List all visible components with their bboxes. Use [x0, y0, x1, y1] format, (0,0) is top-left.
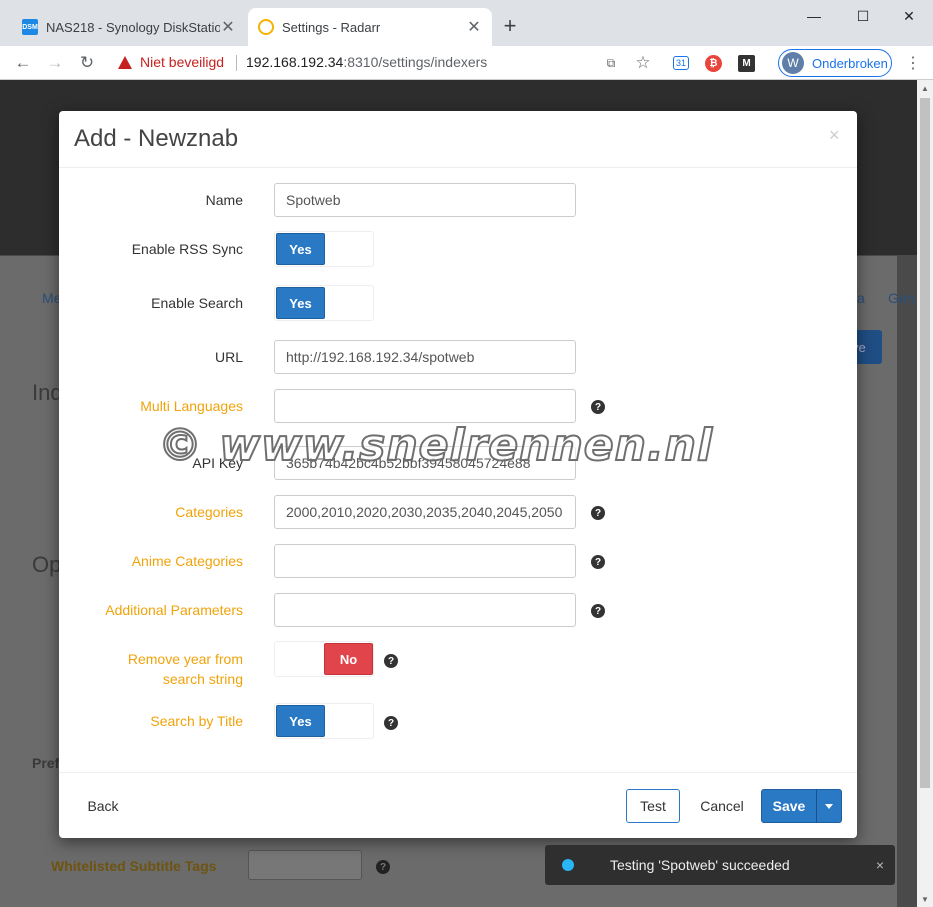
page-scrollbar[interactable]: ▲ ▼ — [917, 80, 933, 907]
enable-rss-label: Enable RSS Sync — [131, 241, 243, 257]
watermark: © www.snelrennen.nl — [157, 419, 714, 472]
save-options-button[interactable] — [816, 789, 842, 823]
info-dot-icon — [562, 859, 574, 871]
tab-diskstation[interactable]: DSM NAS218 - Synology DiskStation ✕ — [12, 8, 246, 46]
back-arrow-icon[interactable]: ← — [11, 51, 35, 75]
enable-search-label: Enable Search — [151, 295, 243, 311]
url-path: :8310/settings/indexers — [343, 54, 488, 70]
tab-radarr-settings[interactable]: Settings - Radarr ✕ — [248, 8, 492, 46]
scrollbar-thumb[interactable] — [920, 98, 930, 788]
modal-header-divider — [59, 167, 857, 168]
translate-icon[interactable]: ⧉ — [601, 53, 621, 73]
tab-title: Settings - Radarr — [282, 19, 381, 35]
multi-languages-input[interactable] — [274, 389, 576, 423]
back-button[interactable]: Back — [77, 789, 129, 823]
enable-search-toggle[interactable]: Yes — [274, 285, 374, 321]
modal-close-icon[interactable]: × — [829, 125, 840, 146]
categories-input[interactable]: 2000,2010,2020,2030,2035,2040,2045,2050 — [274, 495, 576, 529]
remove-year-label-line2: search string — [162, 671, 243, 687]
bg-heading-indexers: Ind — [32, 380, 63, 405]
avatar: W — [782, 52, 804, 74]
categories-label: Categories — [175, 504, 243, 520]
security-warning-text: Niet beveiligd — [140, 54, 225, 70]
save-button[interactable]: Save — [761, 789, 817, 823]
extension-calendar-icon[interactable]: 31 — [673, 56, 689, 70]
scroll-up-arrow-icon[interactable]: ▲ — [917, 80, 933, 96]
bg-label-preferred: Pref — [32, 755, 60, 771]
radarr-favicon-icon — [258, 19, 274, 35]
anime-categories-label: Anime Categories — [131, 553, 243, 569]
multi-languages-label: Multi Languages — [140, 398, 243, 414]
toast-notification: Testing 'Spotweb' succeeded × — [545, 845, 895, 885]
browser-tab-bar: DSM NAS218 - Synology DiskStation ✕ Sett… — [0, 0, 933, 46]
reload-icon[interactable]: ↻ — [75, 51, 99, 75]
maximize-icon[interactable]: ☐ — [840, 4, 886, 28]
name-input[interactable]: Spotweb — [274, 183, 576, 217]
minimize-icon[interactable]: — — [791, 4, 837, 28]
enable-rss-toggle[interactable]: Yes — [274, 231, 374, 267]
toggle-yes: Yes — [276, 287, 325, 319]
extension-adblock-icon[interactable]: ₿ — [705, 55, 722, 72]
new-tab-plus-icon[interactable]: + — [498, 14, 522, 38]
bg-tab-general: Gen — [888, 290, 915, 306]
modal-footer-divider — [59, 772, 857, 773]
help-icon[interactable]: ? — [591, 604, 605, 618]
address-divider — [236, 55, 237, 71]
bg-whitelisted-label: Whitelisted Subtitle Tags — [51, 858, 217, 874]
address-bar: ← → ↻ Niet beveiligd 192.168.192.34:8310… — [0, 46, 933, 80]
window-close-icon[interactable]: ✕ — [886, 4, 932, 28]
chevron-down-icon — [825, 803, 833, 809]
additional-parameters-label: Additional Parameters — [105, 602, 243, 618]
additional-parameters-input[interactable] — [274, 593, 576, 627]
search-by-title-toggle[interactable]: Yes — [274, 703, 374, 739]
url-label: URL — [214, 349, 243, 365]
browser-menu-icon[interactable]: ⋮ — [905, 53, 921, 73]
extension-m-icon[interactable]: M — [738, 55, 755, 72]
tab-close-icon[interactable]: ✕ — [466, 17, 482, 37]
bg-heading-options: Op — [32, 552, 62, 577]
add-indexer-modal: Add - Newznab × Name Spotweb Enable RSS … — [59, 111, 857, 838]
url-host: 192.168.192.34 — [246, 54, 344, 70]
bg-tab-a: a — [857, 290, 865, 306]
tab-close-icon[interactable]: ✕ — [220, 17, 236, 37]
bookmark-star-icon[interactable]: ☆ — [633, 53, 653, 73]
help-icon[interactable]: ? — [591, 506, 605, 520]
anime-categories-input[interactable] — [274, 544, 576, 578]
bg-whitelisted-input — [248, 850, 362, 880]
toast-message: Testing 'Spotweb' succeeded — [610, 857, 790, 873]
bg-help-icon: ? — [376, 860, 390, 874]
security-warning[interactable]: Niet beveiligd — [118, 54, 224, 70]
url-input[interactable]: http://192.168.192.34/spotweb — [274, 340, 576, 374]
test-button[interactable]: Test — [626, 789, 680, 823]
toggle-yes: Yes — [276, 705, 325, 737]
modal-title: Add - Newznab — [74, 125, 239, 152]
profile-button[interactable]: W Onderbroken — [778, 49, 892, 77]
help-icon[interactable]: ? — [591, 400, 605, 414]
help-icon[interactable]: ? — [591, 555, 605, 569]
url-field[interactable]: 192.168.192.34:8310/settings/indexers — [246, 54, 487, 70]
cancel-button[interactable]: Cancel — [692, 789, 752, 823]
forward-arrow-icon[interactable]: → — [43, 51, 67, 75]
name-label: Name — [205, 192, 243, 208]
toggle-yes: Yes — [276, 233, 325, 265]
search-by-title-label: Search by Title — [150, 713, 243, 729]
warning-triangle-icon — [118, 55, 132, 69]
toast-close-icon[interactable]: × — [865, 857, 895, 873]
remove-year-label-line1: Remove year from — [127, 651, 243, 667]
profile-status: Onderbroken — [812, 55, 888, 71]
remove-year-label: Remove year from search string — [59, 649, 243, 689]
dsm-favicon-icon: DSM — [22, 19, 38, 35]
toggle-no: No — [324, 643, 373, 675]
tab-title: NAS218 - Synology DiskStation — [46, 19, 220, 35]
help-icon[interactable]: ? — [384, 654, 398, 668]
scroll-down-arrow-icon[interactable]: ▼ — [917, 891, 933, 907]
remove-year-toggle[interactable]: No — [274, 641, 374, 677]
help-icon[interactable]: ? — [384, 716, 398, 730]
